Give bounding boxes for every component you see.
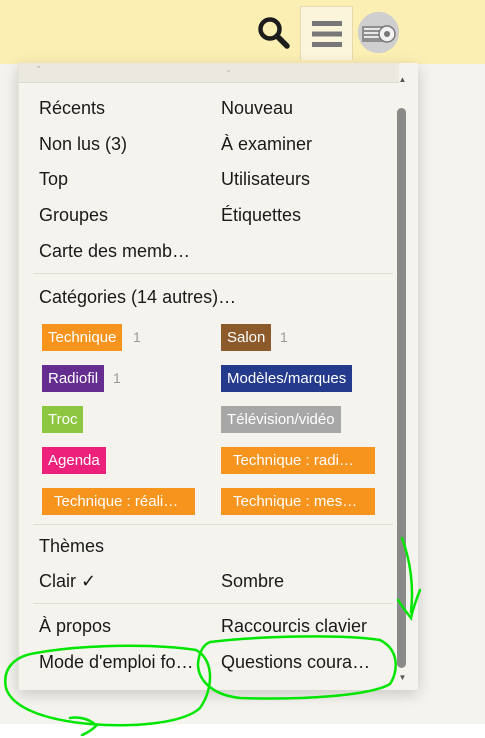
nav-link-groupes[interactable]: Groupes xyxy=(39,205,108,226)
panel-top-strip: ˇ - xyxy=(19,63,399,83)
category-count-radiofil: 1 xyxy=(113,370,121,386)
category-badge-technique-radio[interactable]: Technique : radi… xyxy=(221,447,375,474)
scroll-down-arrow-icon[interactable]: ▼ xyxy=(397,673,408,683)
panel-top-hint-right: - xyxy=(227,65,231,77)
nav-link-top[interactable]: Top xyxy=(39,169,68,190)
panel-scrollbar[interactable]: ▲ ▼ xyxy=(397,75,408,683)
footer-link-a-propos[interactable]: À propos xyxy=(39,616,111,637)
search-button[interactable] xyxy=(252,10,296,56)
footer-link-questions-courantes[interactable]: Questions coura… xyxy=(221,652,370,673)
nav-link-recents[interactable]: Récents xyxy=(39,98,105,119)
separator xyxy=(33,524,393,525)
scroll-up-arrow-icon[interactable]: ▲ xyxy=(397,75,408,85)
hamburger-dropdown-panel: ˇ - Récents Nouveau Non lus (3) À examin… xyxy=(18,63,418,690)
separator xyxy=(33,603,393,604)
scrollbar-thumb[interactable] xyxy=(397,108,406,668)
nav-link-utilisateurs[interactable]: Utilisateurs xyxy=(221,169,310,190)
category-badge-modeles-marques[interactable]: Modèles/marques xyxy=(221,365,353,392)
nav-link-etiquettes[interactable]: Étiquettes xyxy=(221,205,301,226)
category-badge-technique-mesure[interactable]: Technique : mes… xyxy=(221,488,375,515)
nav-link-carte-des-membres[interactable]: Carte des memb… xyxy=(39,241,190,262)
hamburger-icon xyxy=(311,20,342,47)
footer-link-mode-emploi[interactable]: Mode d'emploi fo… xyxy=(39,652,194,673)
category-badge-technique-realisation[interactable]: Technique : réali… xyxy=(42,488,195,515)
category-count-technique: 1 xyxy=(133,329,141,345)
nav-link-a-examiner[interactable]: À examiner xyxy=(221,134,312,155)
user-avatar[interactable] xyxy=(358,12,399,53)
nav-link-non-lus[interactable]: Non lus (3) xyxy=(39,134,127,155)
footer-link-raccourcis-clavier[interactable]: Raccourcis clavier xyxy=(221,616,367,637)
site-header xyxy=(0,0,485,64)
hamburger-menu-button[interactable] xyxy=(300,6,353,60)
category-badge-salon[interactable]: Salon xyxy=(221,324,272,351)
category-badge-agenda[interactable]: Agenda xyxy=(42,447,106,474)
category-badge-television-video[interactable]: Télévision/vidéo xyxy=(221,406,341,433)
theme-option-sombre[interactable]: Sombre xyxy=(221,571,284,592)
themes-header: Thèmes xyxy=(39,536,105,556)
nav-link-nouveau[interactable]: Nouveau xyxy=(221,98,293,119)
separator xyxy=(33,273,393,274)
category-badge-technique[interactable]: Technique xyxy=(42,324,123,351)
category-badge-troc[interactable]: Troc xyxy=(42,406,84,433)
search-icon xyxy=(258,17,290,49)
categories-header-link[interactable]: Catégories (14 autres)… xyxy=(39,287,236,308)
avatar-image-icon xyxy=(358,12,399,53)
panel-top-hint-left: ˇ xyxy=(37,65,41,77)
theme-option-clair[interactable]: Clair ✓ xyxy=(39,571,96,592)
category-count-salon: 1 xyxy=(280,329,288,345)
category-badge-radiofil[interactable]: Radiofil xyxy=(42,365,105,392)
